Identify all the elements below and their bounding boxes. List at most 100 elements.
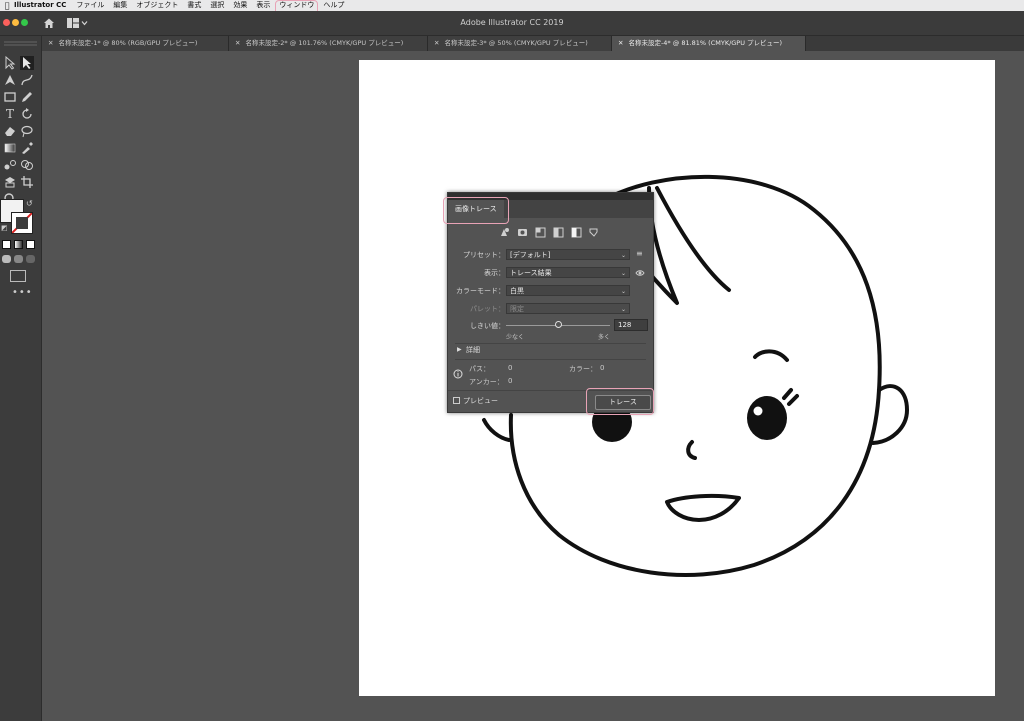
stroke-color-swatch[interactable] [11, 212, 33, 234]
menu-help[interactable]: ヘルプ [323, 0, 344, 11]
mac-menubar:  Illustrator CC ファイル 編集 オブジェクト 書式 選択 効果… [0, 0, 1024, 17]
close-tab-icon[interactable]: ✕ [618, 39, 623, 47]
palette-select: 限定 ⌄ [506, 303, 630, 314]
none-mode-icon[interactable] [26, 240, 35, 249]
direct-selection-tool-icon[interactable] [20, 56, 34, 70]
outline-icon[interactable] [589, 228, 598, 237]
black-white-icon[interactable] [571, 227, 582, 238]
view-value: トレース結果 [510, 269, 552, 277]
colors-label: カラー： [569, 365, 597, 373]
type-tool-icon[interactable]: T [3, 107, 17, 121]
window-title: Adobe Illustrator CC 2019 [460, 18, 564, 27]
document-tab-4[interactable]: ✕ 名称未設定-4* @ 81.81% (CMYK/GPU プレビュー) [612, 36, 806, 51]
close-tab-icon[interactable]: ✕ [434, 39, 439, 47]
anchors-value: 0 [508, 377, 513, 385]
tab-label: 名称未設定-2* @ 101.76% (CMYK/GPU プレビュー) [245, 39, 404, 47]
menu-select[interactable]: 選択 [210, 0, 224, 11]
swap-colors-icon[interactable]: ↺ [26, 199, 33, 208]
screen-mode-icon[interactable] [10, 270, 26, 282]
palette-label: パレット： [470, 305, 505, 313]
threshold-slider-knob[interactable] [554, 321, 562, 328]
selection-tool-icon[interactable] [3, 55, 17, 70]
preset-select[interactable]: [デフォルト] ⌄ [506, 249, 630, 260]
low-color-icon[interactable] [535, 227, 546, 238]
color-mode-label: カラーモード： [456, 287, 505, 295]
palette-value: 限定 [510, 305, 524, 313]
menu-view[interactable]: 表示 [256, 0, 270, 11]
preset-icons-row [501, 227, 598, 238]
highlight-annotation [443, 197, 509, 224]
artboard-tool-icon[interactable] [20, 175, 34, 189]
toolbar-grip-icon[interactable] [4, 41, 37, 47]
live-paint-tool-icon[interactable] [3, 175, 17, 189]
rectangle-tool-icon[interactable] [3, 90, 17, 104]
divider [455, 343, 646, 344]
color-mode-select[interactable]: 白黒 ⌄ [506, 285, 630, 296]
blend-tool-icon[interactable] [3, 158, 17, 172]
anchors-label: アンカー： [469, 378, 504, 386]
high-color-icon[interactable] [518, 229, 527, 236]
paths-value: 0 [508, 364, 513, 372]
chevron-down-icon: ⌄ [620, 270, 626, 277]
menu-effect[interactable]: 効果 [233, 0, 247, 11]
menu-type[interactable]: 書式 [187, 0, 201, 11]
threshold-label: しきい値： [470, 322, 505, 330]
info-icon [453, 369, 463, 379]
colors-value: 0 [600, 364, 605, 372]
preset-label: プリセット： [463, 251, 505, 259]
rotate-tool-icon[interactable] [20, 107, 34, 121]
pencil-tool-icon[interactable] [20, 90, 34, 104]
curvature-tool-icon[interactable] [20, 73, 34, 87]
menu-object[interactable]: オブジェクト [136, 0, 178, 11]
tab-label: 名称未設定-3* @ 50% (CMYK/GPU プレビュー) [444, 39, 588, 47]
lasso-tool-icon[interactable] [20, 124, 34, 138]
view-label: 表示： [484, 269, 505, 277]
advanced-toggle[interactable]: 詳細 [466, 345, 480, 355]
draw-inside-icon[interactable] [26, 255, 35, 263]
gradient-tool-icon[interactable] [3, 141, 17, 155]
menu-edit[interactable]: 編集 [113, 0, 127, 11]
highlight-annotation [586, 388, 654, 415]
document-tab-2[interactable]: ✕ 名称未設定-2* @ 101.76% (CMYK/GPU プレビュー) [229, 36, 428, 51]
document-tabbar: ✕ 名称未設定-1* @ 80% (RGB/GPU プレビュー) ✕ 名称未設定-2… [42, 36, 1024, 51]
chevron-down-icon: ⌄ [620, 252, 626, 259]
tab-label: 名称未設定-1* @ 80% (RGB/GPU プレビュー) [58, 39, 198, 47]
menu-window[interactable]: ウィンドウ [275, 0, 319, 17]
image-trace-panel: 画像トレース プリセット： [デフォルト] ⌄ ≡ 表示： トレース結果 ⌄ カ… [447, 192, 654, 413]
document-tab-3[interactable]: ✕ 名称未設定-3* @ 50% (CMYK/GPU プレビュー) [428, 36, 612, 51]
shape-builder-tool-icon[interactable] [20, 158, 34, 172]
close-tab-icon[interactable]: ✕ [48, 39, 53, 47]
auto-color-icon[interactable] [501, 228, 509, 236]
draw-normal-icon[interactable] [2, 255, 11, 263]
eyedropper-tool-icon[interactable] [20, 141, 34, 155]
chevron-down-icon: ⌄ [620, 306, 626, 313]
preview-label: プレビュー [463, 397, 498, 405]
apple-icon[interactable]:  [0, 0, 14, 11]
chevron-down-icon: ⌄ [620, 288, 626, 295]
pen-tool-icon[interactable] [3, 73, 17, 87]
threshold-value-field[interactable]: 128 [614, 319, 648, 331]
default-colors-icon[interactable]: ◩ [1, 224, 8, 232]
grayscale-icon[interactable] [553, 227, 564, 238]
preset-list-icon[interactable]: ≡ [636, 249, 643, 258]
color-mode-value: 白黒 [510, 287, 524, 295]
draw-behind-icon[interactable] [14, 255, 23, 263]
threshold-min-label: 少なく [506, 334, 525, 341]
view-select[interactable]: トレース結果 ⌄ [506, 267, 630, 278]
eraser-tool-icon[interactable] [3, 124, 17, 138]
preview-checkbox[interactable] [453, 397, 460, 404]
app-titlebar: Adobe Illustrator CC 2019 [0, 11, 1024, 36]
gradient-mode-icon[interactable] [14, 240, 23, 249]
menu-file[interactable]: ファイル [76, 0, 104, 11]
divider [455, 359, 646, 360]
app-menu[interactable]: Illustrator CC [14, 0, 66, 11]
color-mode-icon[interactable] [2, 240, 11, 249]
eye-icon[interactable] [635, 269, 645, 277]
document-tab-1[interactable]: ✕ 名称未設定-1* @ 80% (RGB/GPU プレビュー) [42, 36, 229, 51]
more-tools-icon[interactable]: ••• [12, 287, 33, 298]
threshold-max-label: 多く [598, 334, 611, 341]
disclosure-triangle-icon[interactable]: ▶ [457, 346, 462, 353]
tools-panel: T ↺ ◩ ••• [0, 36, 42, 721]
close-tab-icon[interactable]: ✕ [235, 39, 240, 47]
paths-label: パス： [469, 365, 490, 373]
